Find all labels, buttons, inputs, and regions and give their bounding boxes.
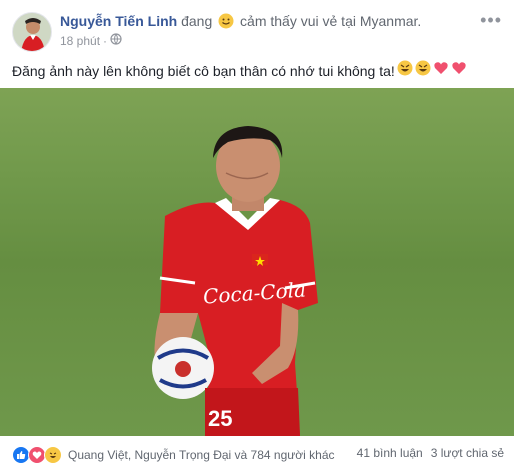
- caption-text: Đăng ảnh này lên không biết cô bạn thân …: [12, 62, 395, 79]
- reaction-names[interactable]: Quang Việt, Nguyễn Trọng Đại và 784 ngườ…: [68, 448, 335, 462]
- post-header: Nguyễn Tiến Linh đang cảm thấy vui vẻ tạ…: [0, 0, 514, 56]
- rofl-emoji-icon: [397, 60, 413, 81]
- post-photo[interactable]: Coca-Cola 25: [0, 88, 514, 436]
- author-line: Nguyễn Tiến Linh đang cảm thấy vui vẻ tạ…: [60, 12, 421, 33]
- heart-emoji-icon: [433, 60, 449, 81]
- haha-icon: [44, 446, 62, 464]
- happy-emoji-icon: [218, 13, 234, 33]
- more-options-icon[interactable]: •••: [480, 10, 502, 31]
- author-avatar[interactable]: [12, 12, 52, 52]
- post-caption: Đăng ảnh này lên không biết cô bạn thân …: [12, 60, 467, 81]
- author-name[interactable]: Nguyễn Tiến Linh: [60, 13, 177, 29]
- jersey-number: 25: [208, 406, 233, 431]
- globe-icon[interactable]: [110, 33, 122, 48]
- reactions-summary[interactable]: Quang Việt, Nguyễn Trọng Đại và 784 ngườ…: [12, 446, 335, 464]
- post-time[interactable]: 18 phút: [60, 34, 100, 48]
- shares-count[interactable]: 3 lượt chia sẻ: [431, 446, 504, 460]
- engagement-counts: 41 bình luận 3 lượt chia sẻ: [357, 446, 504, 460]
- player-photo: [0, 88, 514, 436]
- feeling-text[interactable]: cảm thấy vui vẻ tại Myanmar.: [240, 13, 421, 29]
- post-footer: Quang Việt, Nguyễn Trọng Đại và 784 ngườ…: [0, 440, 514, 472]
- heart-emoji-icon: [451, 60, 467, 81]
- comments-count[interactable]: 41 bình luận: [357, 446, 423, 460]
- post-meta: 18 phút ·: [60, 33, 122, 48]
- feeling-prefix: đang: [181, 13, 213, 29]
- rofl-emoji-icon: [415, 60, 431, 81]
